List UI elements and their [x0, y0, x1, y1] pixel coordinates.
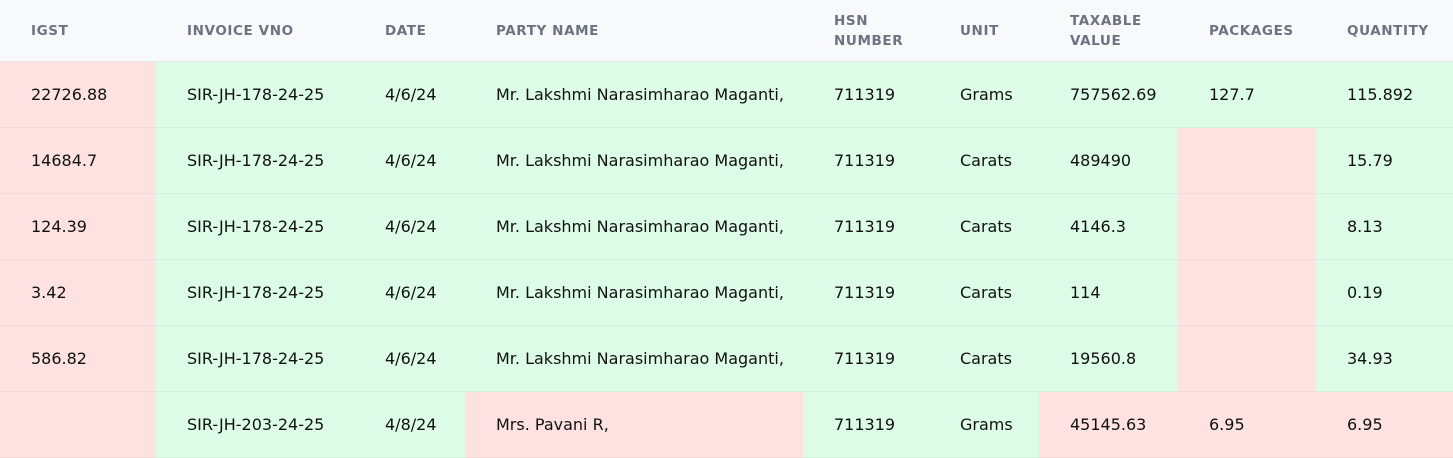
cell-unit[interactable]: Carats — [929, 326, 1039, 392]
column-header-hsn-number[interactable]: HSN NUMBER — [803, 0, 929, 62]
cell-hsn-number[interactable]: 711319 — [803, 62, 929, 128]
cell-packages[interactable] — [1178, 128, 1316, 194]
cell-hsn-number[interactable]: 711319 — [803, 260, 929, 326]
column-header-label: IGST — [31, 22, 69, 39]
cell-hsn-number[interactable]: 711319 — [803, 326, 929, 392]
column-header-igst[interactable]: IGST — [0, 0, 156, 62]
cell-unit[interactable]: Carats — [929, 128, 1039, 194]
cell-quantity[interactable]: 115.892 — [1316, 62, 1453, 128]
cell-taxable-value[interactable]: 114 — [1039, 260, 1178, 326]
cell-quantity[interactable]: 15.79 — [1316, 128, 1453, 194]
cell-party-name[interactable]: Mr. Lakshmi Narasimharao Maganti, — [465, 62, 803, 128]
cell-invoice-vno[interactable]: SIR-JH-178-24-25 — [156, 194, 354, 260]
column-header-label: PARTY NAME — [496, 22, 599, 39]
cell-packages[interactable]: 6.95 — [1178, 392, 1316, 458]
column-header-label: QUANTITY — [1347, 22, 1429, 39]
cell-hsn-number[interactable]: 711319 — [803, 194, 929, 260]
cell-igst[interactable]: 14684.7 — [0, 128, 156, 194]
cell-taxable-value[interactable]: 757562.69 — [1039, 62, 1178, 128]
cell-packages[interactable] — [1178, 194, 1316, 260]
cell-invoice-vno[interactable]: SIR-JH-178-24-25 — [156, 128, 354, 194]
cell-unit[interactable]: Grams — [929, 392, 1039, 458]
column-header-label: HSN NUMBER — [834, 12, 904, 49]
cell-party-name[interactable]: Mr. Lakshmi Narasimharao Maganti, — [465, 326, 803, 392]
cell-invoice-vno[interactable]: SIR-JH-178-24-25 — [156, 326, 354, 392]
cell-igst[interactable]: 124.39 — [0, 194, 156, 260]
column-header-taxable-value[interactable]: TAXABLE VALUE — [1039, 0, 1178, 62]
column-header-unit[interactable]: UNIT — [929, 0, 1039, 62]
column-header-date[interactable]: DATE — [354, 0, 465, 62]
cell-hsn-number[interactable]: 711319 — [803, 128, 929, 194]
cell-quantity[interactable]: 8.13 — [1316, 194, 1453, 260]
cell-igst[interactable]: 586.82 — [0, 326, 156, 392]
cell-hsn-number[interactable]: 711319 — [803, 392, 929, 458]
column-header-packages[interactable]: PACKAGES — [1178, 0, 1316, 62]
cell-taxable-value[interactable]: 19560.8 — [1039, 326, 1178, 392]
column-header-quantity[interactable]: QUANTITY — [1316, 0, 1453, 62]
column-header-label: INVOICE VNO — [187, 22, 294, 39]
column-header-invoice-vno[interactable]: INVOICE VNO — [156, 0, 354, 62]
cell-date[interactable]: 4/6/24 — [354, 326, 465, 392]
cell-date[interactable]: 4/6/24 — [354, 62, 465, 128]
cell-invoice-vno[interactable]: SIR-JH-178-24-25 — [156, 260, 354, 326]
cell-unit[interactable]: Grams — [929, 62, 1039, 128]
cell-packages[interactable] — [1178, 326, 1316, 392]
cell-unit[interactable]: Carats — [929, 194, 1039, 260]
cell-taxable-value[interactable]: 45145.63 — [1039, 392, 1178, 458]
cell-taxable-value[interactable]: 4146.3 — [1039, 194, 1178, 260]
cell-party-name[interactable]: Mrs. Pavani R, — [465, 392, 803, 458]
cell-party-name[interactable]: Mr. Lakshmi Narasimharao Maganti, — [465, 194, 803, 260]
cell-invoice-vno[interactable]: SIR-JH-203-24-25 — [156, 392, 354, 458]
cell-igst[interactable]: 22726.88 — [0, 62, 156, 128]
cell-date[interactable]: 4/6/24 — [354, 194, 465, 260]
cell-date[interactable]: 4/6/24 — [354, 260, 465, 326]
cell-party-name[interactable]: Mr. Lakshmi Narasimharao Maganti, — [465, 128, 803, 194]
column-header-label: UNIT — [960, 22, 999, 39]
column-header-label: PACKAGES — [1209, 22, 1294, 39]
cell-packages[interactable]: 127.7 — [1178, 62, 1316, 128]
cell-packages[interactable] — [1178, 260, 1316, 326]
column-header-label: DATE — [385, 22, 427, 39]
cell-date[interactable]: 4/8/24 — [354, 392, 465, 458]
cell-quantity[interactable]: 6.95 — [1316, 392, 1453, 458]
column-header-label: TAXABLE VALUE — [1070, 12, 1142, 49]
column-header-party-name[interactable]: PARTY NAME — [465, 0, 803, 62]
cell-taxable-value[interactable]: 489490 — [1039, 128, 1178, 194]
invoice-table: IGST INVOICE VNO DATE PARTY NAME HSN NUMBER U… — [0, 0, 1453, 458]
cell-quantity[interactable]: 34.93 — [1316, 326, 1453, 392]
cell-date[interactable]: 4/6/24 — [354, 128, 465, 194]
cell-party-name[interactable]: Mr. Lakshmi Narasimharao Maganti, — [465, 260, 803, 326]
cell-invoice-vno[interactable]: SIR-JH-178-24-25 — [156, 62, 354, 128]
cell-igst[interactable] — [0, 392, 156, 458]
cell-unit[interactable]: Carats — [929, 260, 1039, 326]
cell-igst[interactable]: 3.42 — [0, 260, 156, 326]
cell-quantity[interactable]: 0.19 — [1316, 260, 1453, 326]
